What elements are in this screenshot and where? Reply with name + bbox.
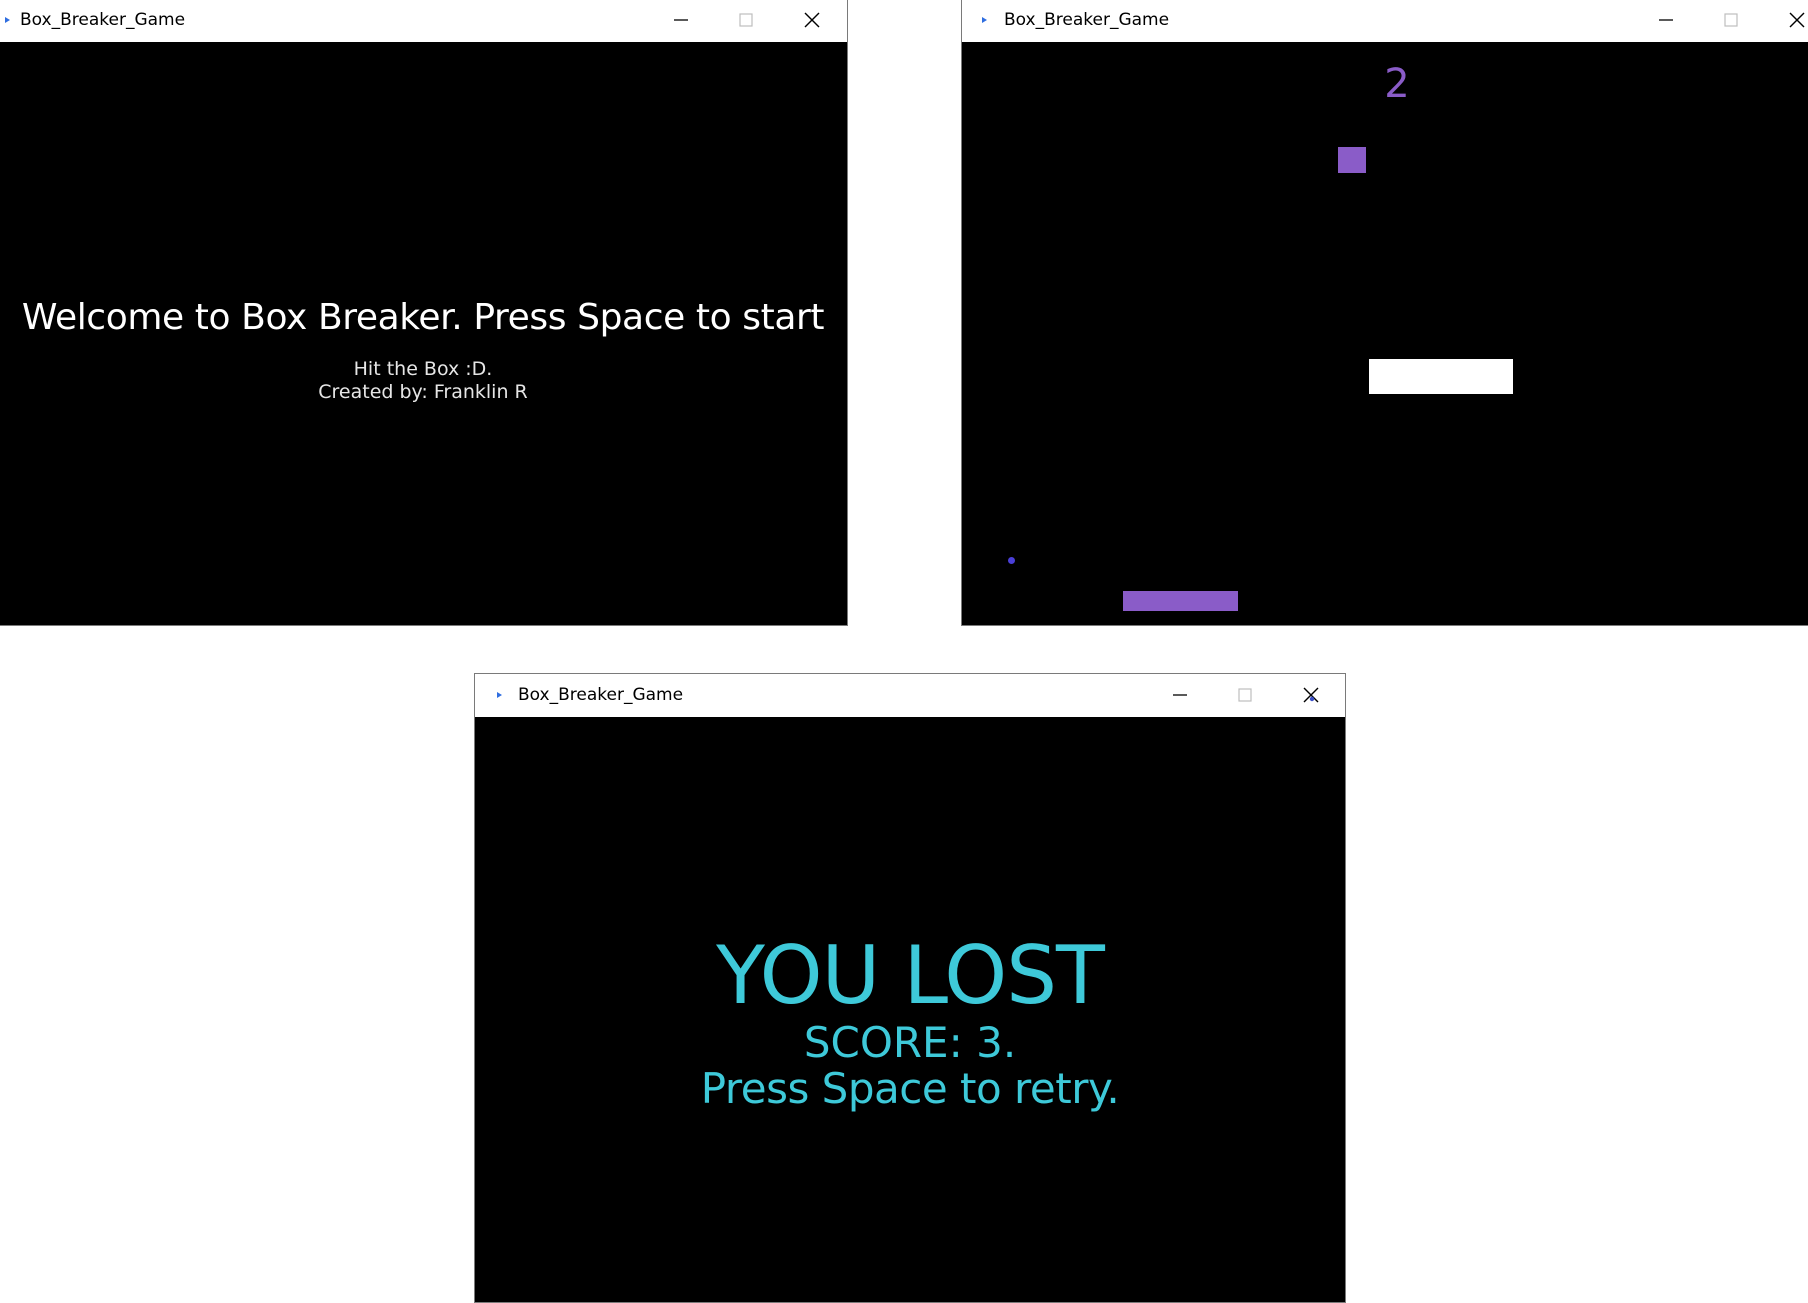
close-icon[interactable] [1298, 682, 1324, 708]
play-window: Box_Breaker_Game 2 [961, 0, 1808, 626]
maximize-icon[interactable] [733, 7, 759, 33]
lost-game-area[interactable]: YOU LOST SCORE: 3. Press Space to retry. [475, 718, 1345, 1302]
target-box [1338, 147, 1366, 173]
close-icon[interactable] [1784, 7, 1808, 33]
retry-text: Press Space to retry. [700, 1064, 1120, 1113]
ball [1008, 557, 1015, 564]
you-lost-text: YOU LOST [716, 929, 1105, 1022]
app-icon [5, 17, 10, 23]
app-icon [982, 17, 987, 23]
paddle [1123, 591, 1238, 611]
final-score-text: SCORE: 3. [803, 1018, 1017, 1067]
start-window: Box_Breaker_Game Welcome to Box Breaker.… [0, 0, 848, 626]
score-counter: 2 [1384, 61, 1410, 107]
start-game-area[interactable]: Welcome to Box Breaker. Press Space to s… [0, 43, 847, 625]
window-title: Box_Breaker_Game [20, 10, 186, 30]
play-game-area[interactable]: 2 [962, 43, 1808, 625]
app-icon [497, 692, 502, 698]
start-titlebar[interactable]: Box_Breaker_Game [0, 0, 847, 42]
minimize-icon[interactable] [668, 7, 694, 33]
credits-text: Created by: Franklin R [318, 381, 528, 403]
close-icon[interactable] [799, 7, 825, 33]
minimize-icon[interactable] [1167, 682, 1193, 708]
obstacle-block [1369, 359, 1513, 394]
lost-window: Box_Breaker_Game YOU LOST SCORE: 3. Pres… [474, 673, 1346, 1303]
window-title: Box_Breaker_Game [1004, 10, 1170, 30]
welcome-text: Welcome to Box Breaker. Press Space to s… [21, 297, 825, 338]
window-title: Box_Breaker_Game [518, 685, 684, 705]
hit-the-box-text: Hit the Box :D. [353, 358, 493, 380]
play-titlebar[interactable]: Box_Breaker_Game [962, 0, 1808, 42]
maximize-icon[interactable] [1232, 682, 1258, 708]
minimize-icon[interactable] [1653, 7, 1679, 33]
lost-titlebar[interactable]: Box_Breaker_Game [475, 674, 1345, 717]
maximize-icon[interactable] [1718, 7, 1744, 33]
